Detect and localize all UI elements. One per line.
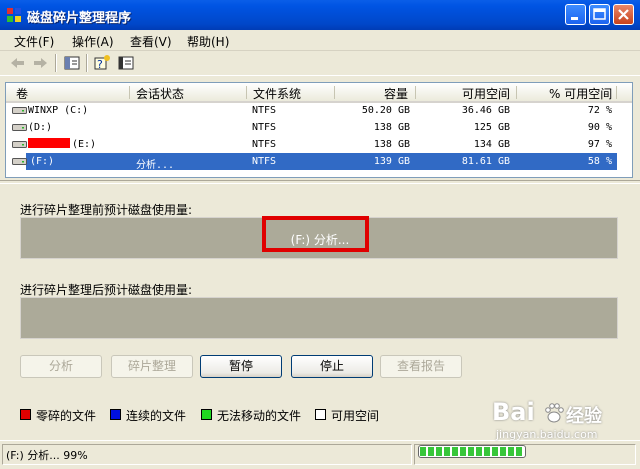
volume-free: 125 GB — [473, 122, 510, 133]
menu-file[interactable]: 文件(F) — [14, 33, 54, 50]
highlight-box — [262, 216, 369, 252]
volume-name: (D:) — [28, 122, 53, 133]
volume-percent-free: 90 % — [587, 122, 612, 133]
progress-fill — [420, 447, 523, 456]
unmovable-swatch — [201, 409, 212, 420]
splitter[interactable] — [0, 180, 640, 184]
minimize-button[interactable] — [565, 4, 586, 25]
volume-capacity: 50.20 GB — [361, 105, 410, 116]
volume-row-selected[interactable]: (F:) 分析... NTFS 139 GB 81.61 GB 58 % — [6, 153, 632, 171]
analyze-button[interactable]: 分析 — [20, 355, 102, 378]
header-session-status[interactable]: 会话状态 — [136, 85, 184, 102]
legend-label: 可用空间 — [331, 409, 380, 423]
list-header: 卷 会话状态 文件系统 容量 可用空间 % 可用空间 — [6, 83, 632, 103]
selection-highlight — [26, 153, 617, 170]
stop-button[interactable]: 停止 — [291, 355, 373, 378]
column-divider[interactable] — [516, 86, 517, 99]
before-defrag-label: 进行碎片整理前预计磁盘使用量: — [20, 203, 193, 217]
volume-list: 卷 会话状态 文件系统 容量 可用空间 % 可用空间 WINXP (C:) NT… — [5, 82, 633, 178]
toolbar-separator — [86, 54, 88, 72]
svg-text:?: ? — [97, 58, 103, 71]
forward-arrow-icon[interactable] — [30, 54, 50, 72]
view-report-button[interactable]: 查看报告 — [380, 355, 462, 378]
contiguous-swatch — [110, 409, 121, 420]
legend-label: 零碎的文件 — [36, 409, 97, 423]
status-text: (F:) 分析... 99% — [6, 449, 88, 462]
free-space-swatch — [315, 409, 326, 420]
volume-free: 36.46 GB — [461, 105, 510, 116]
drive-icon — [12, 124, 27, 131]
minimize-icon — [571, 17, 578, 20]
title-bar: 磁盘碎片整理程序 — [0, 0, 640, 30]
drive-icon — [12, 107, 27, 114]
header-percent-free[interactable]: % 可用空间 — [549, 85, 612, 102]
close-button[interactable] — [613, 4, 634, 25]
maximize-button[interactable] — [589, 4, 610, 25]
menu-help[interactable]: 帮助(H) — [187, 33, 229, 50]
after-defrag-label: 进行碎片整理后预计磁盘使用量: — [20, 283, 193, 297]
volume-fs: NTFS — [252, 122, 277, 133]
header-file-system[interactable]: 文件系统 — [253, 85, 301, 102]
toolbar: ? — [0, 51, 640, 76]
menu-action[interactable]: 操作(A) — [72, 33, 114, 50]
redaction-mark — [28, 138, 70, 148]
toolbar-separator — [55, 54, 57, 72]
volume-fs: NTFS — [252, 105, 277, 116]
volume-name: (F:) — [30, 156, 55, 167]
progress-bar — [418, 445, 526, 458]
header-free-space[interactable]: 可用空间 — [462, 85, 510, 102]
baidu-watermark: Bai 经验 jingyan.baidu.com — [480, 398, 620, 446]
properties-icon[interactable] — [116, 54, 136, 72]
volume-row[interactable]: (D:) NTFS 138 GB 125 GB 90 % — [6, 119, 632, 136]
volume-free: 134 GB — [473, 139, 510, 150]
column-divider[interactable] — [129, 86, 130, 99]
volume-percent-free: 58 % — [587, 156, 612, 167]
volume-capacity: 138 GB — [373, 139, 410, 150]
drive-icon — [12, 158, 27, 165]
defrag-app-icon — [7, 8, 21, 22]
show-hide-tree-icon[interactable] — [62, 54, 82, 72]
header-capacity[interactable]: 容量 — [384, 85, 408, 102]
legend-label: 连续的文件 — [126, 409, 187, 423]
volume-name: (E:) — [72, 139, 97, 150]
legend-label: 无法移动的文件 — [217, 409, 302, 423]
help-icon[interactable]: ? — [92, 54, 112, 72]
column-divider[interactable] — [415, 86, 416, 99]
close-icon — [618, 9, 629, 20]
paw-icon — [545, 403, 564, 423]
volume-row[interactable]: WINXP (C:) NTFS 50.20 GB 36.46 GB 72 % — [6, 102, 632, 119]
volume-percent-free: 72 % — [587, 105, 612, 116]
watermark-brand-suffix: 经验 — [566, 406, 602, 427]
volume-status: 分析... — [136, 160, 175, 171]
column-divider[interactable] — [246, 86, 247, 99]
watermark-brand: Bai — [492, 398, 535, 426]
back-arrow-icon[interactable] — [8, 54, 28, 72]
volume-row[interactable]: (E:) NTFS 138 GB 134 GB 97 % — [6, 136, 632, 153]
maximize-icon — [593, 8, 606, 20]
volume-free: 81.61 GB — [461, 156, 510, 167]
menu-bar: 文件(F) 操作(A) 查看(V) 帮助(H) — [0, 30, 640, 51]
menu-view[interactable]: 查看(V) — [130, 33, 172, 50]
watermark-url: jingyan.baidu.com — [496, 428, 598, 441]
window-title: 磁盘碎片整理程序 — [27, 11, 132, 26]
header-volume[interactable]: 卷 — [16, 85, 28, 102]
volume-name: WINXP (C:) — [28, 105, 89, 116]
volume-capacity: 139 GB — [373, 156, 410, 167]
volume-percent-free: 97 % — [587, 139, 612, 150]
volume-fs: NTFS — [252, 156, 277, 167]
column-divider[interactable] — [334, 86, 335, 99]
after-defrag-usage-bar — [20, 297, 618, 339]
defragment-button[interactable]: 碎片整理 — [111, 355, 193, 378]
volume-fs: NTFS — [252, 139, 277, 150]
column-divider[interactable] — [616, 86, 617, 99]
fragmented-swatch — [20, 409, 31, 420]
volume-capacity: 138 GB — [373, 122, 410, 133]
drive-icon — [12, 141, 27, 148]
pause-button[interactable]: 暂停 — [200, 355, 282, 378]
